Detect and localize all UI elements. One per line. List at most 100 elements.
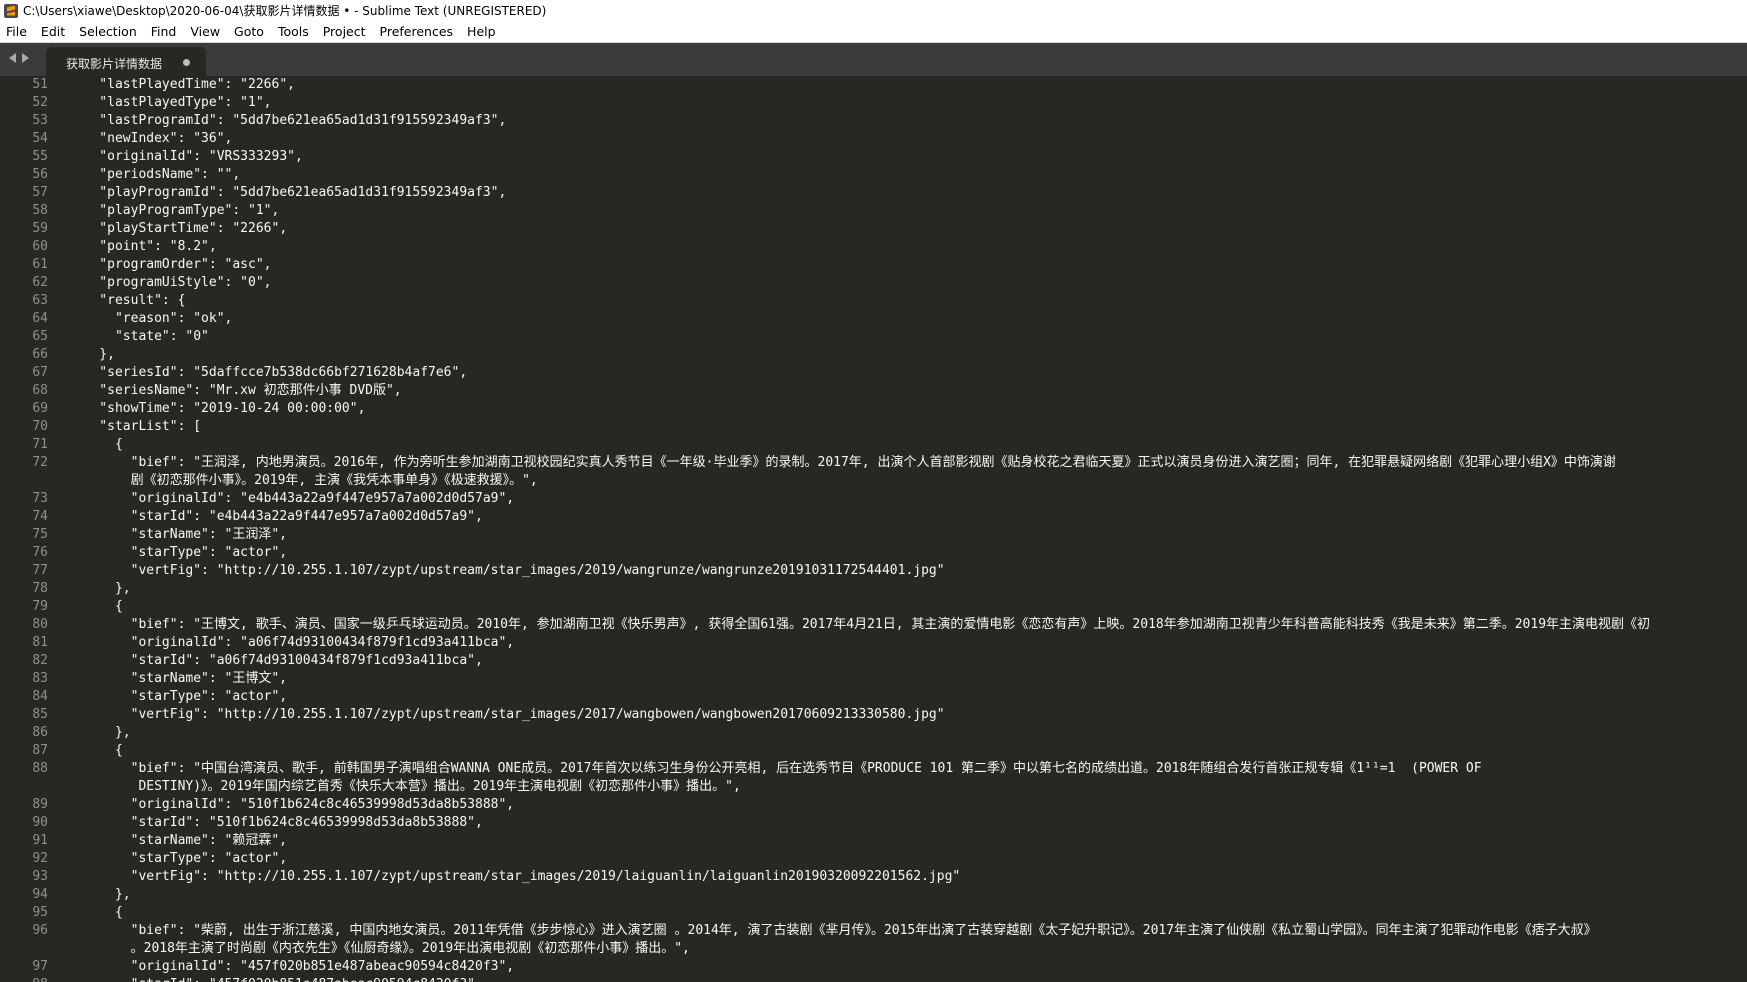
line-number: 53 — [32, 113, 48, 128]
code-line[interactable]: "playProgramType": "1", — [68, 202, 1747, 220]
menu-selection[interactable]: Selection — [72, 24, 144, 39]
arrow-left-icon[interactable] — [9, 53, 16, 63]
menu-goto[interactable]: Goto — [227, 24, 271, 39]
menu-help[interactable]: Help — [460, 24, 503, 39]
menu-preferences[interactable]: Preferences — [373, 24, 461, 39]
line-number: 61 — [32, 257, 48, 272]
line-number: 55 — [32, 149, 48, 164]
code-line[interactable]: { — [68, 598, 1747, 616]
code-line[interactable]: "playStartTime": "2266", — [68, 220, 1747, 238]
code-line[interactable]: "starType": "actor", — [68, 544, 1747, 562]
code-line[interactable]: "originalId": "e4b443a22a9f447e957a7a002… — [68, 490, 1747, 508]
code-line[interactable]: "starName": "王博文", — [68, 670, 1747, 688]
code-line[interactable]: "lastProgramId": "5dd7be621ea65ad1d31f91… — [68, 112, 1747, 130]
code-line[interactable]: "bief": "王博文, 歌手、演员、国家一级乒乓球运动员。2010年, 参加… — [68, 616, 1747, 634]
code-line[interactable]: "starId": "457f020b851e487abeac90594c842… — [68, 976, 1747, 982]
code-line[interactable]: "originalId": "457f020b851e487abeac90594… — [68, 958, 1747, 976]
line-number: 74 — [32, 509, 48, 524]
code-line[interactable]: "showTime": "2019-10-24 00:00:00", — [68, 400, 1747, 418]
code-line[interactable]: "starList": [ — [68, 418, 1747, 436]
code-line[interactable]: "reason": "ok", — [68, 310, 1747, 328]
code-line[interactable]: "bief": "柴蔚, 出生于浙江慈溪, 中国内地女演员。2011年凭借《步步… — [68, 922, 1747, 940]
code-editor[interactable]: 51 52 53 54 55 56 57 58 59 60 61 62 63 64 65 66 67 68 69 70… — [0, 76, 1747, 982]
code-line[interactable]: "vertFig": "http://10.255.1.107/zypt/ups… — [68, 562, 1747, 580]
code-line[interactable]: "starId": "510f1b624c8c46539998d53da8b53… — [68, 814, 1747, 832]
code-line[interactable]: "starId": "a06f74d93100434f879f1cd93a411… — [68, 652, 1747, 670]
code-area[interactable]: "lastPlayedTime": "2266", "lastPlayedTyp… — [68, 76, 1747, 982]
line-number: 82 — [32, 653, 48, 668]
line-number: 52 — [32, 95, 48, 110]
code-line[interactable]: "state": "0" — [68, 328, 1747, 346]
code-line[interactable]: "bief": "王润泽, 内地男演员。2016年, 作为旁听生参加湖南卫视校园… — [68, 454, 1747, 472]
code-line[interactable]: DESTINY)》。2019年国内综艺首秀《快乐大本营》播出。2019年主演电视… — [68, 778, 1747, 796]
code-line[interactable]: "periodsName": "", — [68, 166, 1747, 184]
code-line[interactable]: "point": "8.2", — [68, 238, 1747, 256]
line-number: 71 — [32, 437, 48, 452]
code-line[interactable]: "playProgramId": "5dd7be621ea65ad1d31f91… — [68, 184, 1747, 202]
code-line[interactable]: "result": { — [68, 292, 1747, 310]
code-line[interactable]: "programUiStyle": "0", — [68, 274, 1747, 292]
code-line[interactable]: }, — [68, 580, 1747, 598]
code-line[interactable]: "starType": "actor", — [68, 688, 1747, 706]
code-line[interactable]: { — [68, 742, 1747, 760]
line-number: 58 — [32, 203, 48, 218]
code-line[interactable]: "vertFig": "http://10.255.1.107/zypt/ups… — [68, 706, 1747, 724]
title-bar: C:\Users\xiawe\Desktop\2020-06-04\获取影片详情… — [0, 0, 1747, 21]
code-line[interactable]: "starName": "赖冠霖", — [68, 832, 1747, 850]
code-line[interactable]: { — [68, 436, 1747, 454]
line-number — [0, 940, 48, 958]
line-number: 77 — [32, 563, 48, 578]
line-number: 59 — [32, 221, 48, 236]
code-line[interactable]: "starId": "e4b443a22a9f447e957a7a002d0d5… — [68, 508, 1747, 526]
code-line[interactable]: "seriesName": "Mr.xw 初恋那件小事 DVD版", — [68, 382, 1747, 400]
line-number: 51 — [32, 77, 48, 92]
code-line[interactable]: "originalId": "a06f74d93100434f879f1cd93… — [68, 634, 1747, 652]
line-number: 57 — [32, 185, 48, 200]
line-number: 60 — [32, 239, 48, 254]
menu-tools[interactable]: Tools — [271, 24, 316, 39]
menu-view[interactable]: View — [183, 24, 227, 39]
line-number — [0, 472, 48, 490]
line-number: 65 — [32, 329, 48, 344]
code-line[interactable]: }, — [68, 724, 1747, 742]
line-number: 64 — [32, 311, 48, 326]
tab-navigation — [9, 53, 29, 63]
line-number: 81 — [32, 635, 48, 650]
code-line[interactable]: }, — [68, 346, 1747, 364]
line-number: 76 — [32, 545, 48, 560]
code-line[interactable]: "originalId": "VRS333293", — [68, 148, 1747, 166]
menu-edit[interactable]: Edit — [34, 24, 72, 39]
line-number: 73 — [32, 491, 48, 506]
line-number: 98 — [0, 976, 48, 982]
code-line[interactable]: "programOrder": "asc", — [68, 256, 1747, 274]
menu-find[interactable]: Find — [144, 24, 184, 39]
code-line[interactable]: "seriesId": "5daffcce7b538dc66bf271628b4… — [68, 364, 1747, 382]
code-line[interactable]: "starName": "王润泽", — [68, 526, 1747, 544]
arrow-right-icon[interactable] — [22, 53, 29, 63]
line-number: 63 — [32, 293, 48, 308]
line-number: 89 — [32, 797, 48, 812]
unsaved-dot-icon[interactable] — [183, 59, 190, 66]
code-line[interactable]: "lastPlayedTime": "2266", — [68, 76, 1747, 94]
code-line[interactable]: "newIndex": "36", — [68, 130, 1747, 148]
line-number: 92 — [32, 851, 48, 866]
code-line[interactable]: "starType": "actor", — [68, 850, 1747, 868]
line-number: 93 — [32, 869, 48, 884]
sublime-text-icon — [4, 3, 18, 18]
line-number: 91 — [32, 833, 48, 848]
menu-file[interactable]: File — [0, 24, 34, 39]
line-number: 79 — [32, 599, 48, 614]
code-line[interactable]: 剧《初恋那件小事》。2019年, 主演《我凭本事单身》《极速救援》。", — [68, 472, 1747, 490]
code-line[interactable]: "bief": "中国台湾演员、歌手, 前韩国男子演唱组合WANNA ONE成员… — [68, 760, 1747, 778]
tab-active-file[interactable]: 获取影片详情数据 — [46, 47, 206, 76]
code-line[interactable]: 。2018年主演了时尚剧《内衣先生》《仙厨奇缘》。2019年出演电视剧《初恋那件… — [68, 940, 1747, 958]
menu-project[interactable]: Project — [316, 24, 373, 39]
line-number: 67 — [32, 365, 48, 380]
code-line[interactable]: "originalId": "510f1b624c8c46539998d53da… — [68, 796, 1747, 814]
code-line[interactable]: "vertFig": "http://10.255.1.107/zypt/ups… — [68, 868, 1747, 886]
line-number: 54 — [32, 131, 48, 146]
line-number-gutter: 51 52 53 54 55 56 57 58 59 60 61 62 63 64 65 66 67 68 69 70… — [0, 76, 48, 982]
code-line[interactable]: }, — [68, 886, 1747, 904]
code-line[interactable]: "lastPlayedType": "1", — [68, 94, 1747, 112]
code-line[interactable]: { — [68, 904, 1747, 922]
